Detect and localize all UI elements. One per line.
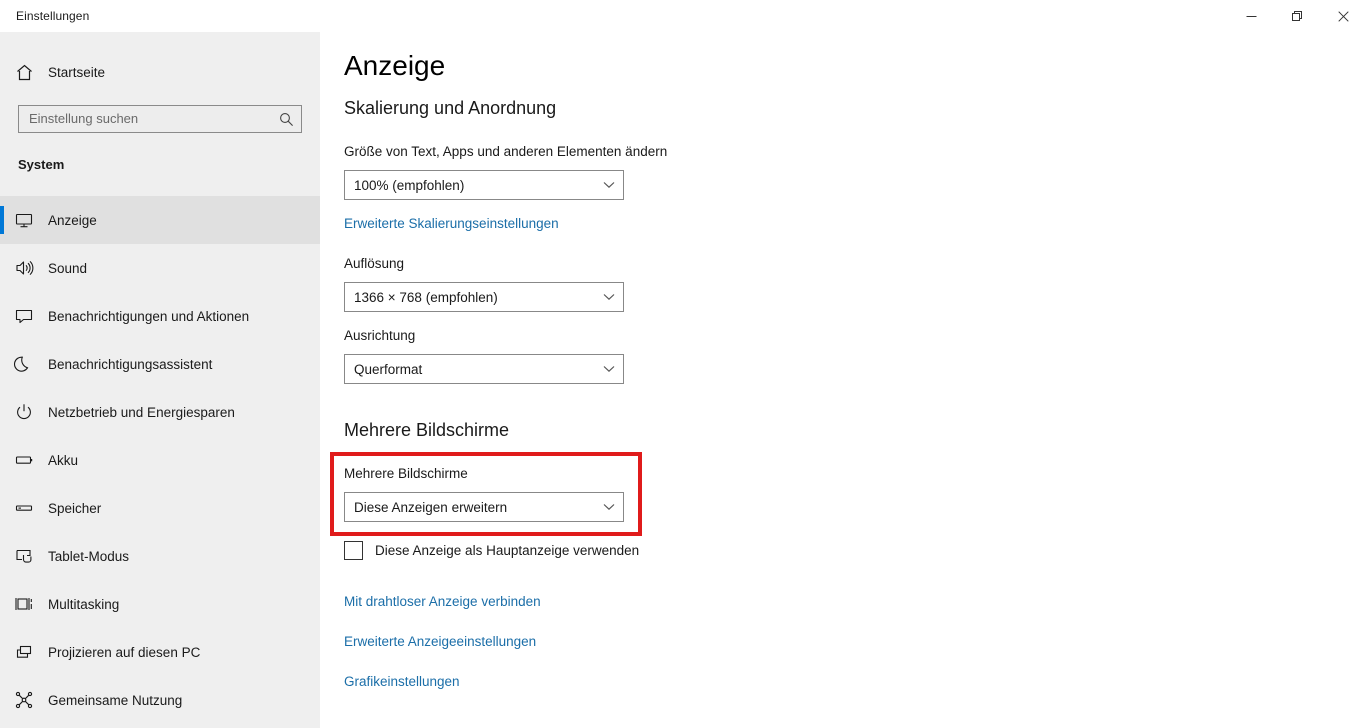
multi-display-section-heading: Mehrere Bildschirme (344, 420, 510, 440)
resolution-label: Auflösung (344, 256, 405, 271)
chevron-down-icon (595, 181, 623, 189)
orientation-label: Ausrichtung (344, 328, 416, 343)
sidebar-item-tablet-modus-label: Tablet-Modus (48, 548, 130, 564)
sidebar-item-akku[interactable]: Akku (0, 436, 320, 484)
restore-button[interactable] (1274, 0, 1320, 32)
search-button[interactable] (271, 106, 301, 132)
notification-icon (0, 306, 48, 326)
sidebar-item-netzbetrieb-label: Netzbetrieb und Energiesparen (48, 404, 235, 420)
sidebar-item-benachrichtigungen-label: Benachrichtigungen und Aktionen (48, 308, 250, 324)
moon-icon (0, 354, 48, 374)
advanced-scaling-link[interactable]: Erweiterte Skalierungseinstellungen (344, 216, 559, 231)
resolution-dropdown[interactable]: 1366 × 768 (empfohlen) (344, 282, 624, 312)
sidebar-item-anzeige-label: Anzeige (48, 212, 97, 228)
multi-display-mode-label: Mehrere Bildschirme (344, 466, 468, 481)
home-icon (0, 63, 48, 82)
sidebar-item-gemeinsame-nutzung-label: Gemeinsame Nutzung (48, 692, 183, 708)
main-display-checkbox[interactable] (344, 541, 363, 560)
sidebar-item-netzbetrieb[interactable]: Netzbetrieb und Energiesparen (0, 388, 320, 436)
sidebar-item-tablet-modus[interactable]: Tablet-Modus (0, 532, 320, 580)
window-title: Einstellungen (16, 9, 90, 23)
sidebar-item-sound-label: Sound (48, 260, 88, 276)
chevron-down-icon (595, 503, 623, 511)
sidebar-item-anzeige[interactable]: Anzeige (0, 196, 320, 244)
storage-icon (0, 498, 48, 518)
multi-display-mode-value: Diese Anzeigen erweitern (354, 499, 508, 515)
power-icon (0, 402, 48, 422)
close-icon (1337, 10, 1349, 22)
sidebar-item-gemeinsame-nutzung[interactable]: Gemeinsame Nutzung (0, 676, 320, 724)
main-display-checkbox-label: Diese Anzeige als Hauptanzeige verwenden (375, 543, 640, 558)
sidebar-item-home[interactable]: Startseite (0, 56, 320, 88)
restore-icon (1291, 10, 1302, 21)
wireless-display-link[interactable]: Mit drahtloser Anzeige verbinden (344, 594, 541, 609)
advanced-display-settings-link[interactable]: Erweiterte Anzeigeeinstellungen (344, 634, 536, 649)
close-button[interactable] (1320, 0, 1366, 32)
sidebar: Startseite System (0, 0, 320, 728)
graphics-settings-link[interactable]: Grafikeinstellungen (344, 674, 460, 689)
sidebar-item-benachrichtigungsassistent[interactable]: Benachrichtigungsassistent (0, 340, 320, 388)
multitasking-icon (0, 594, 48, 614)
scale-label: Größe von Text, Apps und anderen Element… (344, 144, 668, 159)
sidebar-item-multitasking-label: Multitasking (48, 596, 120, 612)
monitor-icon (0, 210, 48, 230)
resolution-dropdown-value: 1366 × 768 (empfohlen) (354, 289, 498, 305)
search-box[interactable] (18, 105, 302, 133)
project-icon (0, 642, 48, 662)
battery-icon (0, 450, 48, 470)
main-content: Anzeige Skalierung und Anordnung Größe v… (320, 0, 1366, 728)
orientation-dropdown-value: Querformat (354, 361, 423, 377)
sidebar-item-benachrichtigungen[interactable]: Benachrichtigungen und Aktionen (0, 292, 320, 340)
scale-dropdown-value: 100% (empfohlen) (354, 177, 465, 193)
sidebar-nav-list: Anzeige Sound Benachrichtigungen und Akt… (0, 196, 320, 724)
scaling-section-heading: Skalierung und Anordnung (344, 98, 557, 118)
sidebar-item-projizieren-label: Projizieren auf diesen PC (48, 644, 201, 660)
main-display-checkbox-row[interactable]: Diese Anzeige als Hauptanzeige verwenden (344, 541, 639, 560)
title-bar: Einstellungen (0, 0, 1366, 32)
search-input[interactable] (19, 106, 271, 132)
sidebar-item-benachrichtigungsassistent-label: Benachrichtigungsassistent (48, 356, 213, 372)
settings-window: Einstellungen Startseite Einstellung suc… (0, 0, 1366, 728)
minimize-button[interactable] (1228, 0, 1274, 32)
sidebar-item-speicher[interactable]: Speicher (0, 484, 320, 532)
scale-dropdown[interactable]: 100% (empfohlen) (344, 170, 624, 200)
sidebar-section-label: System (18, 157, 65, 172)
sidebar-item-sound[interactable]: Sound (0, 244, 320, 292)
chevron-down-icon (595, 365, 623, 373)
minimize-icon (1246, 15, 1256, 17)
sidebar-item-home-label: Startseite (48, 64, 106, 80)
sidebar-item-multitasking[interactable]: Multitasking (0, 580, 320, 628)
multi-display-mode-dropdown[interactable]: Diese Anzeigen erweitern (344, 492, 624, 522)
window-controls (1228, 0, 1366, 32)
page-title: Anzeige (344, 50, 446, 81)
orientation-dropdown[interactable]: Querformat (344, 354, 624, 384)
selection-indicator (0, 206, 4, 234)
search-icon (279, 112, 293, 126)
chevron-down-icon (595, 293, 623, 301)
speaker-icon (0, 258, 48, 278)
tablet-icon (0, 546, 48, 566)
sidebar-item-speicher-label: Speicher (48, 500, 102, 516)
sidebar-item-projizieren[interactable]: Projizieren auf diesen PC (0, 628, 320, 676)
sidebar-item-akku-label: Akku (48, 452, 79, 468)
share-icon (0, 690, 48, 710)
